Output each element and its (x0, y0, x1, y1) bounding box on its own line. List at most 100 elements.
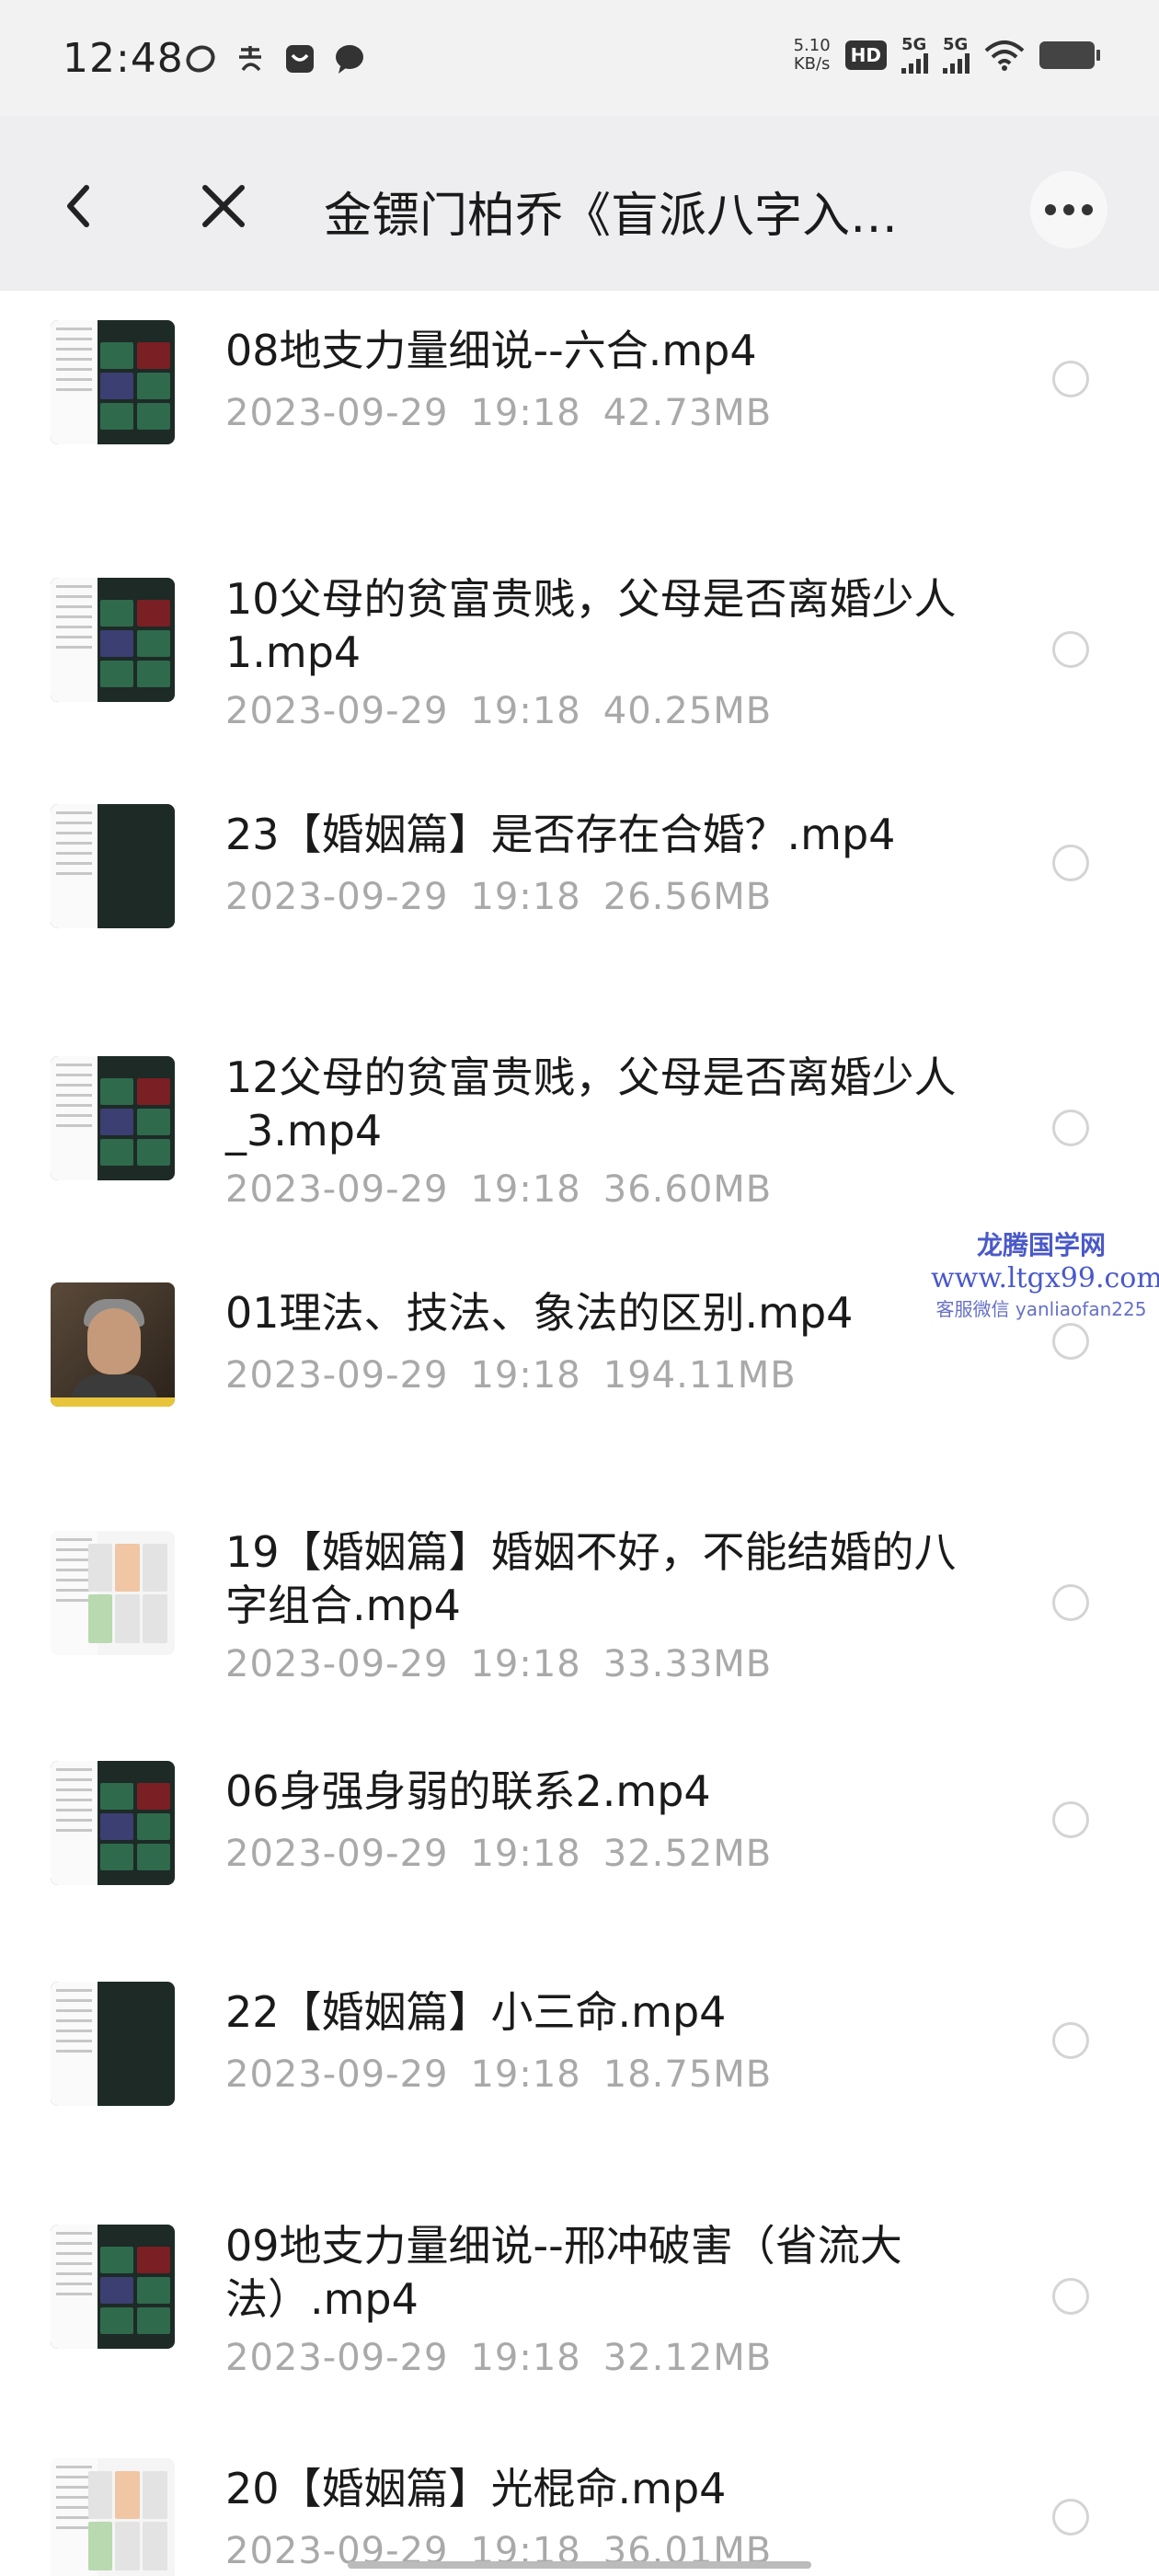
home-indicator (348, 2561, 811, 2569)
video-thumbnail (51, 320, 175, 444)
file-date: 2023-09-29 (225, 876, 449, 918)
file-date: 2023-09-29 (225, 1168, 449, 1211)
hd-badge: HD (844, 40, 887, 70)
app-icon (186, 45, 215, 73)
video-thumbnail (51, 1761, 175, 1885)
signal-icon: 5G (943, 37, 970, 74)
close-icon[interactable] (198, 180, 249, 232)
watermark-line3: 客服微信 yanliaofan225 (935, 1298, 1147, 1320)
more-dots-icon[interactable] (1030, 171, 1107, 248)
file-name: 10父母的贫富贵贱，父母是否离婚少人1.mp4 (225, 574, 957, 677)
file-size: 42.73MB (602, 392, 773, 434)
file-meta: 2023-09-29 19:18 18.75MB (225, 2053, 772, 2096)
file-meta: 2023-09-29 19:18 33.33MB (225, 1643, 772, 1685)
file-date: 2023-09-29 (225, 1643, 449, 1685)
select-radio[interactable] (1052, 2278, 1089, 2315)
list-item[interactable]: 08地支力量细说--六合.mp4 2023-09-29 19:18 42.73MB (0, 291, 1159, 502)
file-date: 2023-09-29 (225, 1354, 449, 1397)
status-notification-icons (184, 42, 366, 75)
select-radio[interactable] (1052, 1323, 1089, 1360)
video-thumbnail (51, 2458, 175, 2576)
net-speed-unit: KB/s (793, 54, 831, 74)
file-time: 19:18 (470, 1168, 581, 1211)
file-time: 19:18 (470, 876, 581, 918)
status-bar: 12:48 5.10 KB/s HD 5G 5G (0, 0, 1159, 116)
file-size: 18.75MB (602, 2053, 773, 2096)
file-time: 19:18 (470, 1643, 581, 1685)
file-name: 22【婚姻篇】小三命.mp4 (225, 1987, 727, 2037)
file-size: 194.11MB (602, 1354, 797, 1397)
file-time: 19:18 (470, 392, 581, 434)
file-time: 19:18 (470, 1833, 581, 1875)
file-meta: 2023-09-29 19:18 40.25MB (225, 690, 772, 732)
net-speed: 5.10 KB/s (794, 37, 831, 74)
file-size: 33.33MB (602, 1643, 773, 1685)
page-title: 金镖门柏乔《盲派八字入… (324, 189, 899, 244)
video-thumbnail (51, 804, 175, 928)
status-system-icons: 5.10 KB/s HD 5G 5G (794, 37, 1100, 74)
video-thumbnail (51, 578, 175, 702)
file-name: 19【婚姻篇】婚姻不好，不能结婚的八字组合.mp4 (225, 1527, 957, 1630)
select-radio[interactable] (1052, 2499, 1089, 2536)
select-radio[interactable] (1052, 1584, 1089, 1621)
file-name: 20【婚姻篇】光棍命.mp4 (225, 2464, 727, 2513)
battery-icon (1039, 41, 1100, 69)
file-size: 32.52MB (602, 1833, 773, 1875)
list-item[interactable]: 19【婚姻篇】婚姻不好，不能结婚的八字组合.mp4 2023-09-29 19:18… (0, 1492, 1159, 1731)
alipay-icon (239, 46, 261, 72)
file-name: 06身强身弱的联系2.mp4 (225, 1766, 711, 1816)
file-date: 2023-09-29 (225, 690, 449, 732)
select-radio[interactable] (1052, 1110, 1089, 1146)
select-radio[interactable] (1052, 361, 1089, 397)
watermark-line1: 龙腾国学网 (976, 1230, 1106, 1260)
select-radio[interactable] (1052, 631, 1089, 668)
file-time: 19:18 (470, 690, 581, 732)
file-date: 2023-09-29 (225, 392, 449, 434)
file-size: 40.25MB (602, 690, 773, 732)
file-size: 36.60MB (602, 1168, 773, 1211)
video-thumbnail (51, 2225, 175, 2349)
watermark-line2: www.ltgx99.com (931, 1262, 1159, 1294)
list-item[interactable]: 10父母的贫富贵贱，父母是否离婚少人1.mp4 2023-09-29 19:18 40… (0, 539, 1159, 778)
list-item[interactable]: 06身强身弱的联系2.mp4 2023-09-29 19:18 32.52MB (0, 1731, 1159, 1943)
file-name: 08地支力量细说--六合.mp4 (225, 326, 757, 375)
file-date: 2023-09-29 (225, 2337, 449, 2379)
video-thumbnail (51, 1282, 175, 1407)
signal-label: 5G (901, 35, 927, 54)
video-thumbnail (51, 1056, 175, 1180)
file-name: 01理法、技法、象法的区别.mp4 (225, 1288, 854, 1338)
watermark: 龙腾国学网 www.ltgx99.com 客服微信 yanliaofan225 (931, 1225, 1159, 1321)
file-date: 2023-09-29 (225, 2053, 449, 2096)
list-item[interactable]: 22【婚姻篇】小三命.mp4 2023-09-29 19:18 18.75MB (0, 1952, 1159, 2164)
chat-badge-icon (286, 45, 314, 73)
file-name: 09地支力量细说--邢冲破害（省流大法）.mp4 (225, 2221, 902, 2324)
select-radio[interactable] (1052, 2022, 1089, 2059)
signal-label: 5G (943, 35, 969, 54)
file-meta: 2023-09-29 19:18 26.56MB (225, 876, 772, 918)
list-item[interactable]: 12父母的贫富贵贱，父母是否离婚少人_3.mp4 2023-09-29 19:18 3… (0, 1018, 1159, 1257)
chevron-left-icon[interactable] (55, 178, 101, 234)
file-size: 26.56MB (602, 876, 773, 918)
select-radio[interactable] (1052, 1801, 1089, 1838)
nav-bar: 金镖门柏乔《盲派八字入… (0, 116, 1159, 291)
list-item[interactable]: 09地支力量细说--邢冲破害（省流大法）.mp4 2023-09-29 19:18 3… (0, 2186, 1159, 2425)
file-time: 19:18 (470, 2337, 581, 2379)
file-meta: 2023-09-29 19:18 194.11MB (225, 1354, 797, 1397)
file-time: 19:18 (470, 1354, 581, 1397)
list-item[interactable]: 20【婚姻篇】光棍命.mp4 2023-09-29 19:18 36.01MB (0, 2429, 1159, 2576)
file-time: 19:18 (470, 2053, 581, 2096)
file-meta: 2023-09-29 19:18 32.12MB (225, 2337, 772, 2379)
message-bubble-icon (336, 45, 363, 74)
file-meta: 2023-09-29 19:18 42.73MB (225, 392, 772, 434)
file-size: 32.12MB (602, 2337, 773, 2379)
video-thumbnail (51, 1531, 175, 1655)
video-thumbnail (51, 1982, 175, 2106)
file-meta: 2023-09-29 19:18 36.60MB (225, 1168, 772, 1211)
file-date: 2023-09-29 (225, 1833, 449, 1875)
list-item[interactable]: 23【婚姻篇】是否存在合婚？.mp4 2023-09-29 19:18 26.56MB (0, 775, 1159, 986)
signal-icon: 5G (901, 37, 928, 74)
select-radio[interactable] (1052, 845, 1089, 881)
file-name: 23【婚姻篇】是否存在合婚？.mp4 (225, 810, 896, 859)
wifi-icon (984, 40, 1025, 71)
status-time: 12:48 (63, 35, 184, 82)
